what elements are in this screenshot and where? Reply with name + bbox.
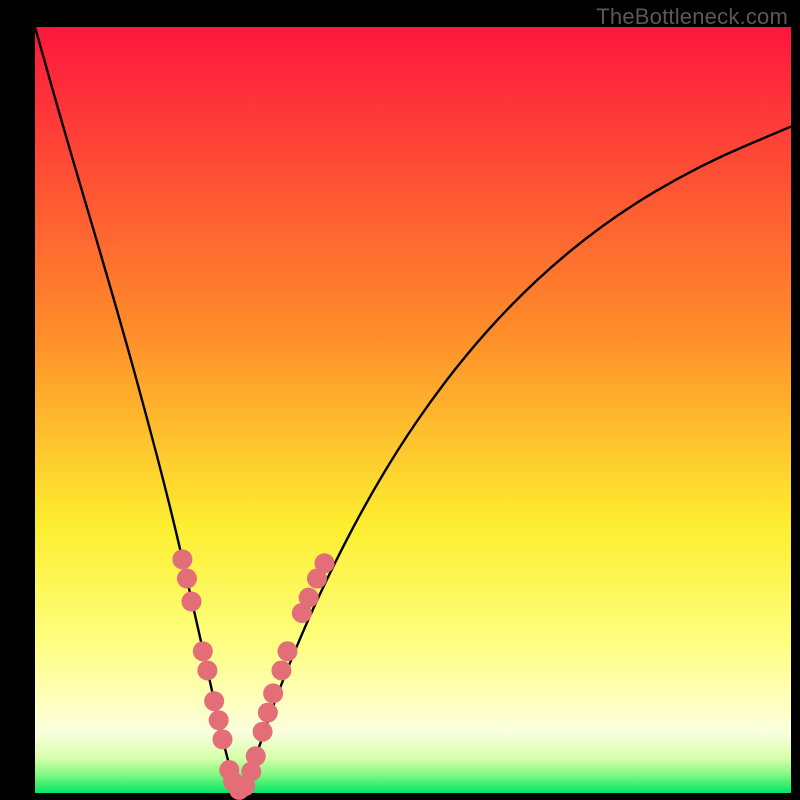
chart-svg <box>0 0 800 800</box>
data-marker <box>172 549 192 569</box>
data-marker <box>258 703 278 723</box>
data-marker <box>177 569 197 589</box>
data-marker <box>299 588 319 608</box>
data-marker <box>263 683 283 703</box>
data-marker <box>278 641 298 661</box>
data-marker <box>209 710 229 730</box>
chart-stage: TheBottleneck.com <box>0 0 800 800</box>
data-marker <box>193 641 213 661</box>
watermark-text: TheBottleneck.com <box>596 4 788 30</box>
data-marker <box>253 722 273 742</box>
data-marker <box>246 746 266 766</box>
data-marker <box>315 553 335 573</box>
data-marker <box>181 592 201 612</box>
data-marker <box>197 660 217 680</box>
data-marker <box>212 729 232 749</box>
data-marker <box>271 660 291 680</box>
data-marker <box>204 691 224 711</box>
